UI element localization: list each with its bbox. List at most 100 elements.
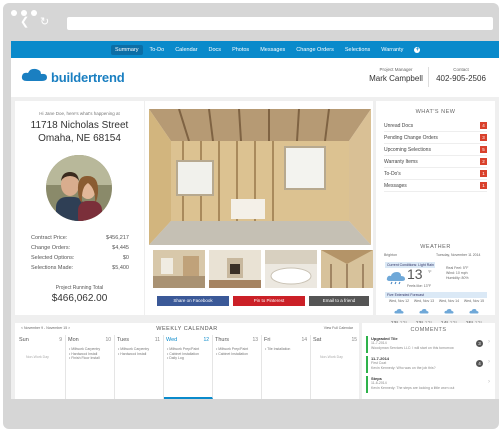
nav-calendar[interactable]: Calendar: [175, 47, 197, 53]
comments-panel: COMMENTS Upgraded Tile 11-7-2014 Woodyman …: [362, 323, 495, 399]
day-name: Sun: [19, 337, 29, 343]
stat-row: Change Orders: $4,445: [31, 245, 129, 251]
pin-pinterest-button[interactable]: Pin to Pinterest: [233, 296, 305, 306]
whats-new-item[interactable]: To-Do's 1: [384, 169, 487, 180]
nav-change-orders[interactable]: Change Orders: [296, 47, 334, 53]
chevron-right-icon[interactable]: ›: [488, 379, 490, 385]
nav-summary[interactable]: Summary: [111, 44, 143, 55]
email-friend-button[interactable]: Email to a friend: [309, 296, 369, 306]
rain-cloud-icon: [419, 309, 429, 314]
forecast-day-label: Wed, Nov 12: [388, 299, 410, 303]
app-logo-text: buildertrend: [51, 70, 125, 85]
calendar-event[interactable]: • Tile Installation: [265, 347, 290, 352]
close-dot-icon[interactable]: [11, 10, 17, 16]
nav-docs[interactable]: Docs: [209, 47, 222, 53]
day-name: Sat: [313, 337, 322, 343]
add-icon[interactable]: +: [414, 46, 421, 53]
whats-new-item[interactable]: Messages 1: [384, 181, 487, 192]
rain-cloud-icon: [444, 309, 454, 314]
address-bar[interactable]: [67, 17, 493, 30]
maximize-dot-icon[interactable]: [31, 10, 37, 16]
chevron-right-icon[interactable]: ›: [488, 339, 490, 345]
day-events: • Millwork Carpentry • Hardwood Install: [118, 347, 149, 356]
calendar-event[interactable]: • Millwork Carpentry: [69, 347, 100, 352]
calendar-day[interactable]: Sat 15 Non-Work Day: [311, 335, 360, 399]
comment-count-badge: 3: [476, 340, 483, 347]
calendar-event[interactable]: • Hardwood Install: [118, 352, 149, 357]
comment-item[interactable]: 11-7-2014 First Coat Kevin Kennedy: Who wa…: [366, 356, 491, 373]
refresh-icon[interactable]: ↻: [40, 16, 49, 28]
weather-date: Tuesday, November 11 2014: [436, 253, 481, 257]
main-photo[interactable]: [149, 109, 371, 245]
running-total-value: $466,062.00: [51, 293, 108, 304]
calendar-day[interactable]: Wed 12 • Millwork Prep/Paint • Cabinet Inst…: [164, 335, 213, 399]
running-total-label: Project Running Total: [55, 285, 104, 291]
day-events: Non-Work Day: [20, 347, 49, 360]
whats-new-item[interactable]: Unread Docs 4: [384, 121, 487, 132]
comment-count-badge: 4: [476, 360, 483, 367]
calendar-day[interactable]: Fri 14 • Tile Installation: [262, 335, 311, 399]
current-temperature: 13: [407, 266, 423, 282]
calendar-day[interactable]: Mon 10 • Millwork Carpentry • Hardwood Inst…: [66, 335, 115, 399]
photo-panel: Share on Facebook Pin to Pinterest Email…: [145, 101, 373, 315]
calendar-event[interactable]: • Daily Log: [167, 356, 199, 361]
weather-city: Brighton: [384, 253, 398, 257]
day-events: • Millwork Prep/Paint • Cabinet Installat…: [216, 347, 248, 356]
rain-cloud-icon: [386, 272, 405, 285]
feels-like: Feels like: 13°F: [407, 284, 432, 288]
photo-thumbnail[interactable]: [265, 250, 317, 288]
forecast-day-label: Wed, Nov 14: [438, 299, 460, 303]
whats-new-title: WHAT'S NEW: [415, 109, 456, 115]
nav-warranty[interactable]: Warranty: [381, 47, 403, 53]
weather-detail: Real Feel: 5°F: [446, 266, 469, 270]
whats-new-item[interactable]: Warranty Items 2: [384, 157, 487, 168]
comments-title: COMMENTS: [410, 327, 447, 333]
browser-frame: ❮ ↻ Summary To-Do Calendar Docs Photos M…: [3, 3, 499, 429]
nav-todo[interactable]: To-Do: [150, 47, 165, 53]
project-manager-label: Project Manager: [379, 67, 413, 72]
day-number: 11: [154, 337, 160, 343]
day-events: • Tile Installation: [265, 347, 290, 352]
day-events: • Millwork Prep/Paint • Cabinet Installat…: [167, 347, 199, 361]
nav-photos[interactable]: Photos: [232, 47, 249, 53]
day-events: • Millwork Carpentry • Hardwood Install • …: [69, 347, 100, 361]
day-name: Thurs: [215, 337, 230, 343]
back-arrow-icon[interactable]: ❮: [20, 16, 29, 28]
share-facebook-button[interactable]: Share on Facebook: [157, 296, 229, 306]
calendar-event[interactable]: • Millwork Prep/Paint: [167, 347, 199, 352]
rain-cloud-icon: [469, 309, 479, 314]
view-full-calendar-link[interactable]: View Full Calendar: [324, 326, 353, 330]
stat-row: Contract Price: $456,217: [31, 235, 129, 241]
app-content: Summary To-Do Calendar Docs Photos Messa…: [11, 41, 499, 399]
comment-item[interactable]: Steps 11-6-2014 Kevin Kennedy: The steps a…: [366, 376, 491, 393]
weather-title: WEATHER: [420, 244, 451, 250]
calendar-day[interactable]: Thurs 13 • Millwork Prep/Paint • Cabinet In…: [213, 335, 262, 399]
calendar-event[interactable]: • Cabinet Installation: [216, 352, 248, 357]
day-number: 15: [351, 337, 357, 343]
calendar-day[interactable]: Tues 11 • Millwork Carpentry • Hardwood Ins…: [115, 335, 164, 399]
stat-row: Selected Options: $0: [31, 255, 129, 261]
calendar-event[interactable]: • Finish Floor Install: [69, 356, 100, 361]
avatar: [46, 155, 112, 221]
photo-thumbnail[interactable]: [209, 250, 261, 288]
whats-new-item[interactable]: Upcoming Selections 5: [384, 145, 487, 156]
extended-forecast-label: Five Extended Forecast: [385, 292, 487, 298]
comment-item[interactable]: Upgraded Tile 11-7-2014 Woodyman Services …: [366, 336, 491, 353]
address-line2: Omaha, NE 68154: [38, 133, 121, 144]
calendar-day[interactable]: Sun 9 Non-Work Day: [17, 335, 66, 399]
header: buildertrend Project Manager Mark Campbe…: [11, 58, 499, 97]
calendar-title: WEEKLY CALENDAR: [156, 326, 218, 332]
calendar-event[interactable]: • Millwork Carpentry: [118, 347, 149, 352]
cloud-logo-icon: [21, 68, 47, 81]
calendar-event[interactable]: • Millwork Prep/Paint: [216, 347, 248, 352]
comment-text: Kevin Kennedy: The steps are looking a l…: [371, 385, 455, 390]
chevron-right-icon[interactable]: ›: [488, 359, 490, 365]
whats-new-item[interactable]: Pending Change Orders 3: [384, 133, 487, 144]
photo-thumbnail[interactable]: [321, 250, 373, 288]
nav-selections[interactable]: Selections: [345, 47, 370, 53]
greeting: Hi Jane Doe, here's what's happening at: [39, 111, 120, 116]
photo-thumbnail[interactable]: [153, 250, 205, 288]
nav-messages[interactable]: Messages: [260, 47, 285, 53]
contact-phone[interactable]: 402-905-2506: [431, 74, 491, 83]
day-number: 13: [252, 337, 258, 343]
